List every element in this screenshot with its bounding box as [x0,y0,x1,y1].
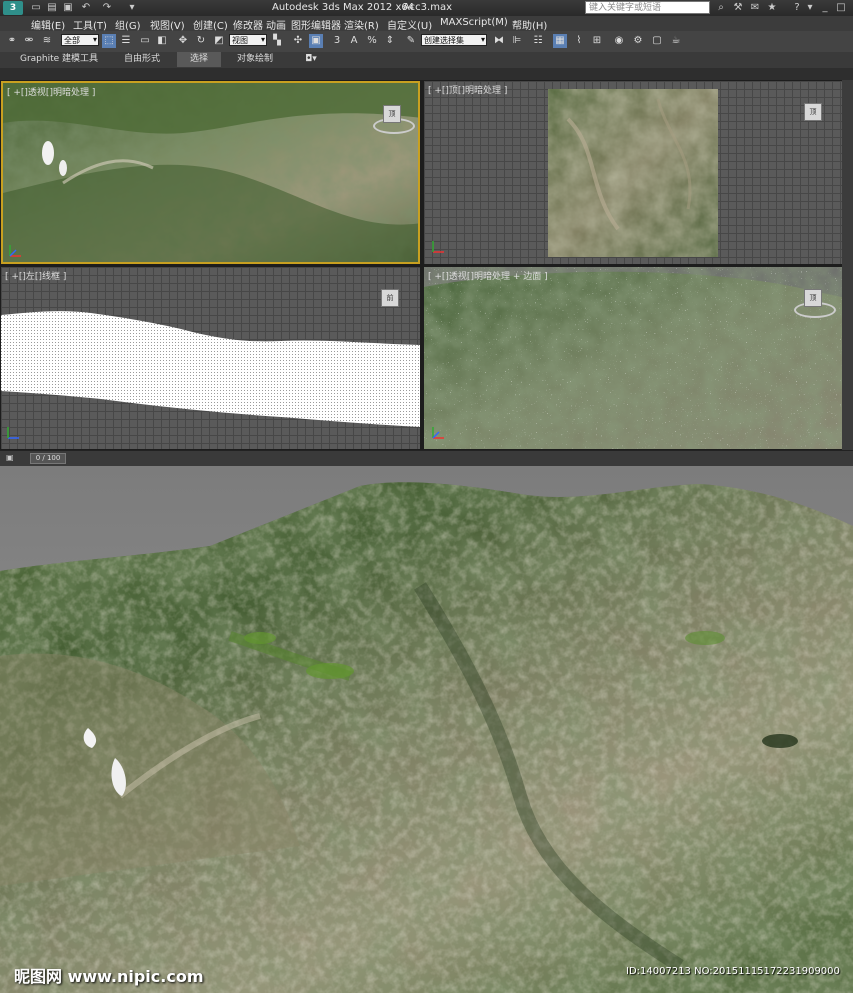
tab-freeform[interactable]: 自由形式 [112,52,172,67]
material-editor-icon[interactable]: ◉ [612,34,626,48]
align-icon[interactable]: ⊫ [510,34,524,48]
selection-filter-dropdown[interactable]: 全部 [61,34,99,46]
help-dropdown-icon[interactable]: ▾ [803,1,817,14]
subscription-icon[interactable]: ⚒ [731,1,745,14]
ribbon-tabs: Graphite 建模工具 自由形式 选择 对象绘制 ◘▾ [0,52,853,69]
menu-customize[interactable]: 自定义(U) [387,17,432,32]
command-panel-strip[interactable] [842,80,853,450]
search-input[interactable]: 键入关键字或短语 [585,1,710,14]
search-icon[interactable]: ⌕ [714,1,728,14]
rect-selection-icon[interactable]: ▭ [138,34,152,48]
viewcube-icon[interactable]: 顶 [383,105,401,123]
main-toolbar: ⚭ ⚮ ≋ 全部 ⬚ ☰ ▭ ◧ ✥ ↻ ◩ 视图 ▚ ✣ ▣ 3 A % ⇕ … [0,31,853,53]
spinner-snap-icon[interactable]: ⇕ [383,34,397,48]
terrain-render-small [3,83,418,262]
edit-named-selection-icon[interactable]: ✎ [404,34,418,48]
menu-tools[interactable]: 工具(T) [73,17,107,32]
viewport-label[interactable]: [ +[]顶[]明暗处理 ] [428,83,507,96]
axis-tripod-icon [9,245,21,257]
tab-object-paint[interactable]: 对象绘制 [226,52,284,67]
menu-help[interactable]: 帮助(H) [512,17,547,32]
viewport-label[interactable]: [ +[]左[]线框 ] [5,269,66,282]
menu-edit[interactable]: 编辑(E) [31,17,65,32]
schematic-view-icon[interactable]: ⊞ [590,34,604,48]
ribbon-panel [0,68,853,80]
viewport-label[interactable]: [ +[]透视[]明暗处理 ] [7,85,95,98]
menu-bar: 编辑(E) 工具(T) 组(G) 视图(V) 创建(C) 修改器 动画 图形编辑… [0,16,853,32]
named-selection-dropdown[interactable]: 创建选择集 [421,34,487,46]
scale-icon[interactable]: ◩ [212,34,226,48]
time-slider-bar: 0 / 100 ▣ [0,450,853,466]
app-title: Autodesk 3ds Max 2012 x64 [272,2,415,13]
move-icon[interactable]: ✥ [176,34,190,48]
menu-maxscript[interactable]: MAXScript(M) [440,17,508,28]
menu-group[interactable]: 组(G) [115,17,141,32]
timeline-toggle-icon[interactable]: ▣ [6,453,18,463]
select-object-icon[interactable]: ⬚ [102,34,116,48]
app-logo-icon[interactable]: 3 [3,1,23,15]
open-file-icon[interactable]: ▤ [45,1,59,14]
select-manipulate-icon[interactable]: ✣ [291,34,305,48]
viewport-left-wireframe[interactable]: [ +[]左[]线框 ] 前 [1,267,420,449]
ribbon-options-icon[interactable]: ◘▾ [300,52,322,67]
favorites-icon[interactable]: ★ [765,1,779,14]
render-setup-icon[interactable]: ⚙ [631,34,645,48]
unlink-icon[interactable]: ⚮ [22,34,36,48]
time-slider[interactable]: 0 / 100 [30,453,66,464]
axis-tripod-icon [7,427,19,439]
render-teapot-icon[interactable]: ☕ [669,34,683,48]
axis-tripod-icon [432,241,444,253]
viewport-perspective-top-left[interactable]: [ +[]透视[]明暗处理 ] 顶 [1,81,420,264]
watermark-id: ID:14007213 NO:20151115172231909000 [626,966,840,977]
viewcube-icon[interactable]: 顶 [804,103,822,121]
terrain-edged-faces [424,267,842,449]
quick-access-menu-icon[interactable]: ▾ [125,1,139,14]
terrain-wireframe [1,311,420,427]
menu-rendering[interactable]: 渲染(R) [344,17,379,32]
menu-view[interactable]: 视图(V) [150,17,185,32]
title-bar: 3 ▭ ▤ ▣ ↶ ↷ ▾ Autodesk 3ds Max 2012 x64 … [0,0,853,16]
mirror-icon[interactable]: ⧓ [492,34,506,48]
rendered-frame-icon[interactable]: ▢ [650,34,664,48]
menu-graph-editors[interactable]: 图形编辑器 [291,17,341,32]
axis-tripod-icon [432,427,444,439]
communication-icon[interactable]: ✉ [748,1,762,14]
menu-create[interactable]: 创建(C) [193,17,228,32]
viewcube-icon[interactable]: 前 [381,289,399,307]
viewport-perspective-edged[interactable]: [ +[]透视[]明暗处理 + 边面 ] 顶 [424,267,842,449]
terrain-render-image [0,466,853,993]
menu-modifiers[interactable]: 修改器 [233,17,263,32]
tab-graphite-modeling[interactable]: Graphite 建模工具 [14,52,104,67]
terrain-render-large [0,466,853,993]
graphite-toggle-icon[interactable]: ▦ [553,34,567,48]
terrain-top-view [548,89,718,257]
percent-snap-icon[interactable]: % [365,34,379,48]
angle-snap-icon[interactable]: A [347,34,361,48]
redo-icon[interactable]: ↷ [100,1,114,14]
tab-selection[interactable]: 选择 [177,52,221,67]
menu-animation[interactable]: 动画 [266,17,286,32]
new-file-icon[interactable]: ▭ [29,1,43,14]
link-icon[interactable]: ⚭ [5,34,19,48]
save-file-icon[interactable]: ▣ [61,1,75,14]
bind-space-warp-icon[interactable]: ≋ [40,34,54,48]
help-icon[interactable]: ? [790,1,804,14]
reference-coord-dropdown[interactable]: 视图 [229,34,267,46]
viewcube-icon[interactable]: 顶 [804,289,822,307]
rotate-icon[interactable]: ↻ [194,34,208,48]
viewport-top-right[interactable]: [ +[]顶[]明暗处理 ] 顶 [424,81,842,264]
select-by-name-icon[interactable]: ☰ [119,34,133,48]
viewport-label[interactable]: [ +[]透视[]明暗处理 + 边面 ] [428,269,548,282]
maximize-icon[interactable]: □ [834,1,848,14]
undo-icon[interactable]: ↶ [79,1,93,14]
curve-editor-icon[interactable]: ⌇ [572,34,586,48]
file-name: Acc3.max [403,2,452,13]
keyboard-shortcut-icon[interactable]: ▣ [309,34,323,48]
pivot-center-icon[interactable]: ▚ [270,34,284,48]
layer-manager-icon[interactable]: ☷ [531,34,545,48]
minimize-icon[interactable]: _ [818,1,832,14]
watermark-logo: 昵图网 www.nipic.com [14,967,204,986]
window-crossing-icon[interactable]: ◧ [155,34,169,48]
snap-toggle-icon[interactable]: 3 [330,34,344,48]
